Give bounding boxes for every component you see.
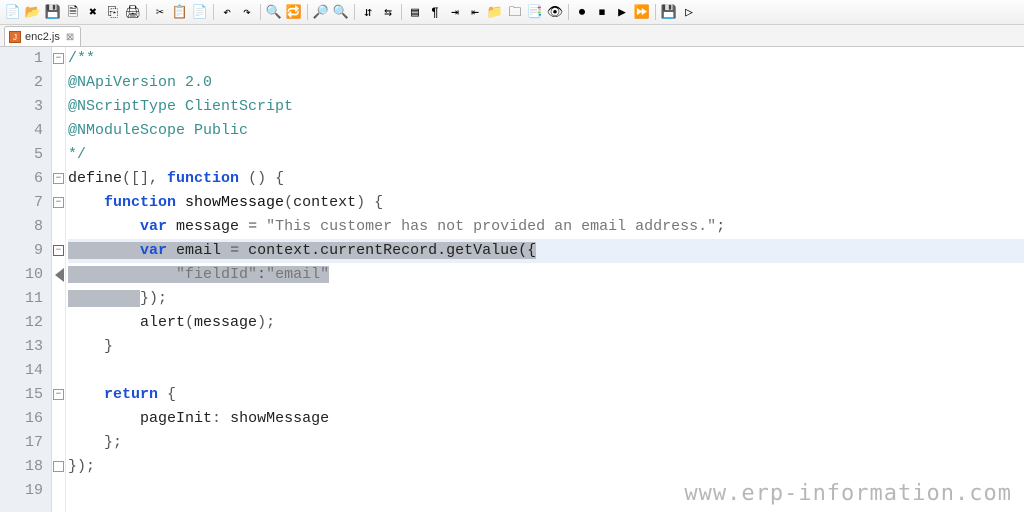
func-list-icon[interactable]: 📑	[526, 3, 544, 21]
line-number: 8	[0, 215, 43, 239]
close-all-icon[interactable]: ⎘	[104, 3, 122, 21]
line-number: 4	[0, 119, 43, 143]
fold-toggle-icon[interactable]: −	[53, 53, 64, 64]
fold-toggle-icon[interactable]: −	[53, 389, 64, 400]
code-line[interactable]: var email = context.currentRecord.getVal…	[68, 239, 1024, 263]
doc-map-icon[interactable]: 🗀	[506, 3, 524, 21]
code-line[interactable]	[68, 479, 1024, 503]
toolbar-separator	[307, 4, 308, 20]
close-icon[interactable]: ✖	[84, 3, 102, 21]
show-all-icon[interactable]: ¶	[426, 3, 444, 21]
line-number: 17	[0, 431, 43, 455]
indent-icon[interactable]: ⇥	[446, 3, 464, 21]
play-icon[interactable]: ▶	[613, 3, 631, 21]
redo-icon[interactable]: ↷	[238, 3, 256, 21]
paste-icon[interactable]: 📄	[191, 3, 209, 21]
tab-filename: enc2.js	[25, 31, 60, 43]
line-number: 9	[0, 239, 43, 263]
main-toolbar: 📄📂💾🗎✖⎘🖨✂📋📄↶↷🔍🔁🔎🔍⇵⇆▤¶⇥⇤📁🗀📑👁⏺⏹▶⏩💾▷	[0, 0, 1024, 25]
code-line[interactable]: pageInit: showMessage	[68, 407, 1024, 431]
folder-icon[interactable]: 📁	[486, 3, 504, 21]
line-number: 13	[0, 335, 43, 359]
toolbar-separator	[568, 4, 569, 20]
tab-close-icon[interactable]: ⊠	[66, 32, 74, 43]
code-line[interactable]: alert(message);	[68, 311, 1024, 335]
open-icon[interactable]: 📂	[24, 3, 42, 21]
monitor-icon[interactable]: 👁	[546, 3, 564, 21]
print-icon[interactable]: 🖨	[124, 3, 142, 21]
code-line[interactable]: }	[68, 335, 1024, 359]
code-line[interactable]: "fieldId":"email"	[68, 263, 1024, 287]
line-number: 5	[0, 143, 43, 167]
code-line[interactable]: function showMessage(context) {	[68, 191, 1024, 215]
cut-icon[interactable]: ✂	[151, 3, 169, 21]
line-number: 19	[0, 479, 43, 503]
line-number: 11	[0, 287, 43, 311]
code-line[interactable]: return {	[68, 383, 1024, 407]
sync-h-icon[interactable]: ⇆	[379, 3, 397, 21]
code-line[interactable]: };	[68, 431, 1024, 455]
code-line[interactable]: @NModuleScope Public	[68, 119, 1024, 143]
undo-icon[interactable]: ↶	[218, 3, 236, 21]
zoom-out-icon[interactable]: 🔍	[332, 3, 350, 21]
line-number: 14	[0, 359, 43, 383]
fast-icon[interactable]: ⏩	[633, 3, 651, 21]
code-line[interactable]: });	[68, 455, 1024, 479]
replace-icon[interactable]: 🔁	[285, 3, 303, 21]
code-line[interactable]	[68, 359, 1024, 383]
file-tab[interactable]: J enc2.js ⊠	[4, 26, 81, 46]
save-all-icon[interactable]: 🗎	[64, 3, 82, 21]
save-macro-icon[interactable]: 💾	[660, 3, 678, 21]
save-icon[interactable]: 💾	[44, 3, 62, 21]
code-line[interactable]: define([], function () {	[68, 167, 1024, 191]
record-icon[interactable]: ⏺	[573, 3, 591, 21]
code-editor[interactable]: 12345678910111213141516171819 −−−−− /**@…	[0, 47, 1024, 512]
fold-toggle-icon[interactable]: −	[53, 245, 64, 256]
code-line[interactable]: });	[68, 287, 1024, 311]
code-line[interactable]: @NApiVersion 2.0	[68, 71, 1024, 95]
find-icon[interactable]: 🔍	[265, 3, 283, 21]
tab-bar: J enc2.js ⊠	[0, 25, 1024, 47]
text-caret-icon	[52, 266, 67, 284]
fold-toggle-icon[interactable]	[53, 461, 64, 472]
new-file-icon[interactable]: 📄	[4, 3, 22, 21]
toolbar-separator	[260, 4, 261, 20]
line-number: 2	[0, 71, 43, 95]
sync-v-icon[interactable]: ⇵	[359, 3, 377, 21]
toolbar-separator	[655, 4, 656, 20]
code-area[interactable]: /**@NApiVersion 2.0@NScriptType ClientSc…	[66, 47, 1024, 512]
line-number-gutter: 12345678910111213141516171819	[0, 47, 52, 512]
line-number: 12	[0, 311, 43, 335]
fold-column: − − − − −	[52, 47, 66, 512]
js-file-icon: J	[9, 31, 21, 43]
copy-icon[interactable]: 📋	[171, 3, 189, 21]
line-number: 6	[0, 167, 43, 191]
line-number: 7	[0, 191, 43, 215]
toolbar-separator	[401, 4, 402, 20]
wrap-icon[interactable]: ▤	[406, 3, 424, 21]
toolbar-separator	[146, 4, 147, 20]
line-number: 18	[0, 455, 43, 479]
line-number: 10	[0, 263, 43, 287]
line-number: 1	[0, 47, 43, 71]
code-line[interactable]: */	[68, 143, 1024, 167]
code-line[interactable]: /**	[68, 47, 1024, 71]
fold-toggle-icon[interactable]: −	[53, 197, 64, 208]
zoom-in-icon[interactable]: 🔎	[312, 3, 330, 21]
line-number: 16	[0, 407, 43, 431]
run-macro-icon[interactable]: ▷	[680, 3, 698, 21]
line-number: 3	[0, 95, 43, 119]
toolbar-separator	[213, 4, 214, 20]
line-number: 15	[0, 383, 43, 407]
outdent-icon[interactable]: ⇤	[466, 3, 484, 21]
fold-toggle-icon[interactable]: −	[53, 173, 64, 184]
code-line[interactable]: @NScriptType ClientScript	[68, 95, 1024, 119]
code-line[interactable]: var message = "This customer has not pro…	[68, 215, 1024, 239]
stop-icon[interactable]: ⏹	[593, 3, 611, 21]
toolbar-separator	[354, 4, 355, 20]
